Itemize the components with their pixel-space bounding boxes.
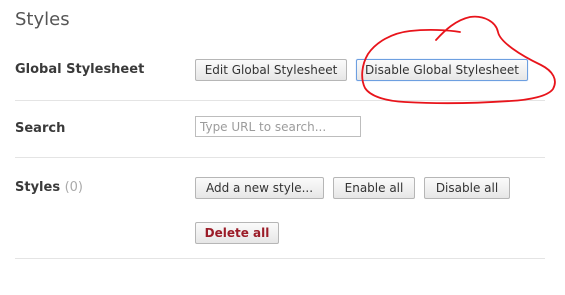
search-input[interactable] xyxy=(195,116,361,137)
divider xyxy=(15,100,545,101)
enable-all-button[interactable]: Enable all xyxy=(333,177,415,199)
search-label: Search xyxy=(15,121,66,136)
add-new-style-button[interactable]: Add a new style... xyxy=(195,177,324,199)
delete-all-button[interactable]: Delete all xyxy=(195,222,279,244)
styles-label-text: Styles xyxy=(15,180,61,195)
page-title: Styles xyxy=(15,9,70,30)
disable-all-button[interactable]: Disable all xyxy=(424,177,510,199)
divider xyxy=(15,157,545,158)
styles-count: (0) xyxy=(64,180,84,195)
annotation-circle xyxy=(361,15,556,104)
disable-global-stylesheet-button[interactable]: Disable Global Stylesheet xyxy=(356,59,528,81)
edit-global-stylesheet-button[interactable]: Edit Global Stylesheet xyxy=(195,59,347,81)
divider xyxy=(15,258,545,259)
global-stylesheet-label: Global Stylesheet xyxy=(15,62,145,77)
styles-label: Styles (0) xyxy=(15,180,83,195)
